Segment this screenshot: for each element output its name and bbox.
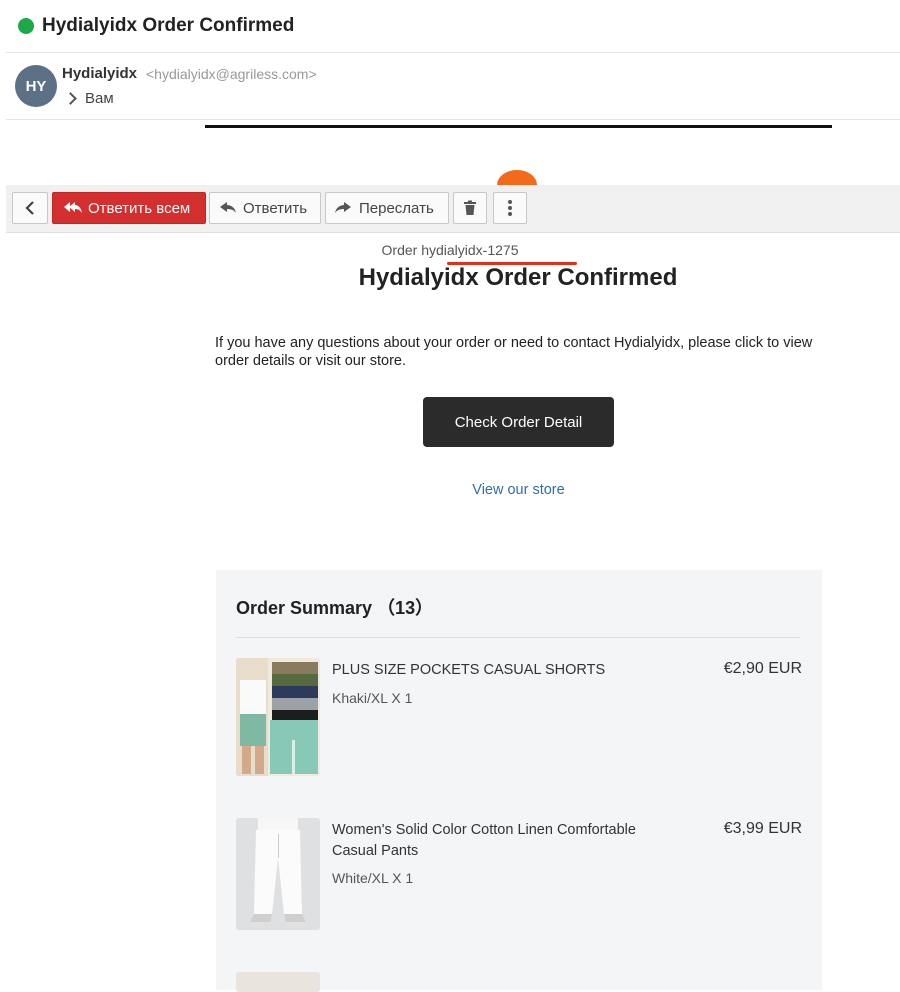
product-price: €3,99 EUR	[723, 820, 802, 837]
chevron-right-icon	[64, 92, 77, 105]
forward-button[interactable]: Переслать	[325, 192, 449, 224]
message-toolbar: Ответить всем Ответить Переслать	[6, 185, 900, 233]
sender-header: HY Hydialyidx <hydialyidx@agriless.com> …	[6, 53, 900, 120]
reply-button[interactable]: Ответить	[209, 192, 321, 224]
order-summary: Order Summary （13） PLUS SIZE POCKETS CAS…	[216, 570, 822, 992]
reply-all-button[interactable]: Ответить всем	[52, 192, 206, 224]
product-name[interactable]: Women's Solid Color Cotton Linen Comfort…	[332, 820, 662, 862]
trash-icon	[464, 200, 476, 215]
chevron-left-icon	[25, 201, 34, 215]
check-order-detail-button[interactable]: Check Order Detail	[423, 397, 614, 447]
list-item	[236, 972, 802, 992]
more-button[interactable]	[493, 192, 527, 224]
email-subject: Hydialyidx Order Confirmed	[42, 15, 295, 36]
forward-label: Переслать	[359, 199, 434, 217]
reply-icon	[220, 202, 236, 213]
recipient-toggle[interactable]: Вам	[64, 90, 114, 107]
divider	[236, 637, 800, 638]
product-image[interactable]	[236, 818, 320, 930]
product-variant: Khaki/XL X 1	[332, 690, 413, 706]
product-variant: White/XL X 1	[332, 870, 414, 886]
product-image[interactable]	[236, 972, 320, 992]
list-item: PLUS SIZE POCKETS CASUAL SHORTS Khaki/XL…	[236, 658, 802, 778]
status-dot-icon	[18, 18, 34, 34]
avatar[interactable]: HY	[15, 65, 57, 107]
reply-all-label: Ответить всем	[88, 199, 191, 217]
product-image[interactable]	[236, 658, 320, 776]
order-summary-title: Order Summary （13）	[236, 598, 434, 618]
list-item: Women's Solid Color Cotton Linen Comfort…	[236, 818, 802, 938]
recipient-label: Вам	[85, 90, 114, 107]
delete-button[interactable]	[453, 192, 487, 224]
intro-text: If you have any questions about your ord…	[215, 335, 813, 369]
page-title: Hydialyidx Order Confirmed	[358, 264, 678, 291]
back-button[interactable]	[12, 192, 48, 224]
forward-icon	[335, 202, 351, 213]
sender-name[interactable]: Hydialyidx	[62, 65, 137, 82]
product-price: €2,90 EUR	[723, 660, 802, 677]
reply-all-icon	[64, 202, 82, 213]
reply-label: Ответить	[243, 199, 308, 217]
view-store-link[interactable]: View our store	[423, 482, 614, 498]
product-name[interactable]: PLUS SIZE POCKETS CASUAL SHORTS	[332, 660, 662, 681]
more-vertical-icon	[508, 200, 512, 216]
divider	[205, 125, 832, 128]
order-number: Order hydialyidx-1275	[381, 242, 519, 258]
sender-email[interactable]: <hydialyidx@agriless.com>	[146, 66, 317, 82]
subject-bar: Hydialyidx Order Confirmed	[6, 0, 900, 53]
